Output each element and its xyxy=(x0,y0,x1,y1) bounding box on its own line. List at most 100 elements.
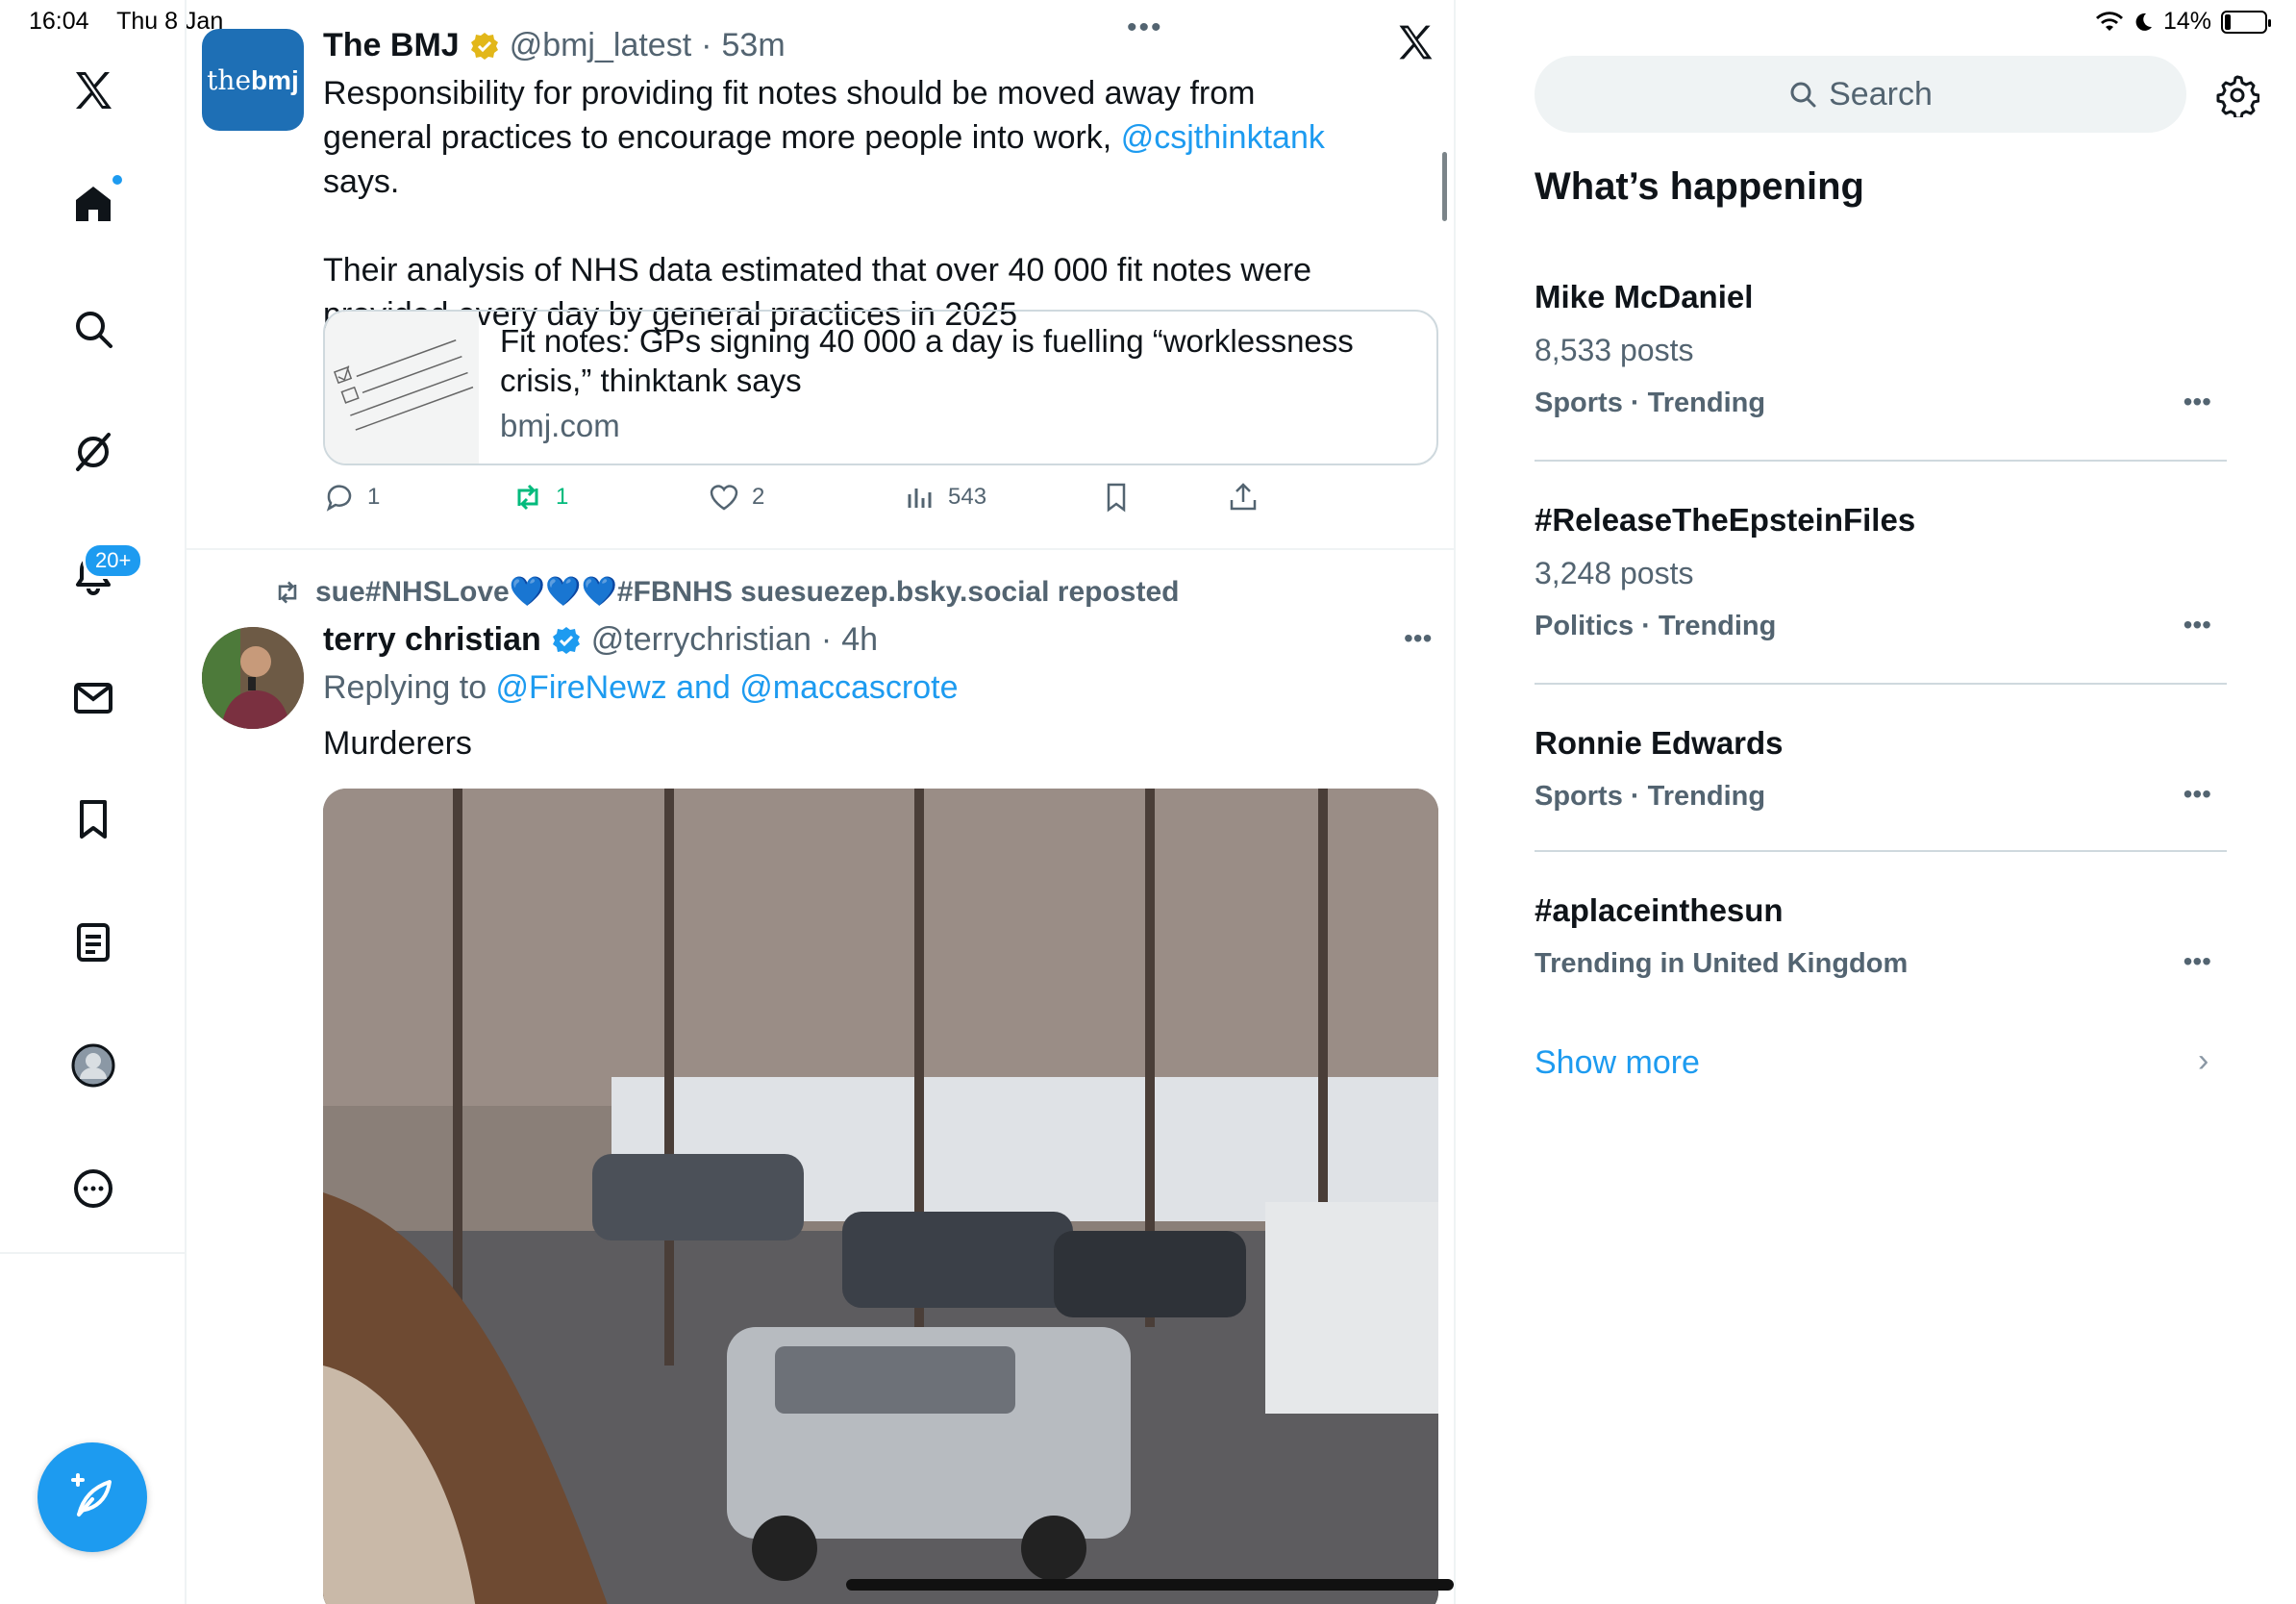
grok-icon[interactable] xyxy=(61,419,126,485)
search-input[interactable]: Search xyxy=(1535,56,2186,133)
terry-christian-avatar[interactable] xyxy=(202,627,304,729)
tweet2-header: terry christian @terrychristian · 4h xyxy=(323,621,878,659)
profile-avatar-icon[interactable] xyxy=(61,1033,126,1098)
bookmarks-icon[interactable] xyxy=(61,787,126,852)
home-icon[interactable] xyxy=(61,171,126,237)
search-placeholder: Search xyxy=(1829,75,1933,113)
messages-envelope-icon[interactable] xyxy=(61,665,126,731)
bmj-logo-bmj: bmj xyxy=(251,64,299,95)
bookmark-icon xyxy=(1107,483,1126,513)
window-grabber-dots[interactable]: ••• xyxy=(1127,12,1163,44)
repost-button[interactable]: 1 xyxy=(512,481,568,514)
chevron-right-icon[interactable]: › xyxy=(2198,1042,2209,1080)
tweet2-video-media[interactable] xyxy=(323,789,1438,1604)
link-preview-card[interactable]: Fit notes: GPs signing 40 000 a day is f… xyxy=(323,310,1438,465)
blue-verified-badge-icon xyxy=(552,626,580,654)
gold-verified-badge-icon xyxy=(470,32,498,60)
scrollbar[interactable] xyxy=(1442,152,1447,221)
trend-more-icon[interactable]: ••• xyxy=(2184,387,2211,417)
tweet1-time[interactable]: 53m xyxy=(722,27,786,64)
tweet2-dot: · xyxy=(820,621,833,658)
search-icon[interactable] xyxy=(61,296,126,362)
views-chart-icon xyxy=(908,489,932,508)
tweet1-actions: 1 1 2 543 xyxy=(323,481,1438,529)
trend-posts: 8,533 posts xyxy=(1535,333,1694,367)
trend-divider xyxy=(1535,460,2227,462)
replying-to-mentions[interactable]: @FireNewz and @maccascrote xyxy=(496,669,959,706)
close-x-icon[interactable] xyxy=(1394,21,1436,63)
trend-item[interactable]: #aplaceinthesun Trending in United Kingd… xyxy=(1535,892,2227,980)
home-indicator-bar[interactable] xyxy=(846,1579,1454,1591)
tweet1-author-name[interactable]: The BMJ xyxy=(323,27,460,64)
trend-more-icon[interactable]: ••• xyxy=(2184,779,2211,810)
trend-more-icon[interactable]: ••• xyxy=(2184,946,2211,977)
x-logo-icon[interactable] xyxy=(61,58,126,123)
tweet1-text-part2: says. xyxy=(323,163,400,200)
share-button[interactable] xyxy=(1227,481,1260,514)
trend-name: #aplaceinthesun xyxy=(1535,892,1784,928)
trend-item[interactable]: Ronnie Edwards Sports · Trending ••• xyxy=(1535,725,2227,813)
more-options-icon[interactable] xyxy=(61,1156,126,1221)
search-icon xyxy=(1790,82,1816,108)
bmj-logo-text: thebmj xyxy=(207,64,299,96)
bookmark-button[interactable] xyxy=(1100,481,1133,514)
side-nav: 20+ xyxy=(0,0,187,1604)
repost-small-icon xyxy=(278,580,297,604)
settings-gear-icon[interactable] xyxy=(2215,73,2259,117)
tweet1-dot: · xyxy=(701,27,712,63)
trend-name: Ronnie Edwards xyxy=(1535,725,1784,761)
reposter-name-suffix: #FBNHS suesuezep.bsky.social reposted xyxy=(616,576,1180,608)
trend-more-icon[interactable]: ••• xyxy=(2184,610,2211,640)
tweet1-header: The BMJ @bmj_latest · 53m xyxy=(323,27,786,64)
tweet1-text-part1: Responsibility for providing fit notes s… xyxy=(323,75,1256,156)
like-count: 2 xyxy=(752,484,765,510)
wifi-icon xyxy=(2095,11,2123,31)
nav-divider xyxy=(0,1252,187,1254)
trend-item[interactable]: Mike McDaniel 8,533 posts Sports · Trend… xyxy=(1535,279,2227,419)
home-unread-dot xyxy=(111,173,124,187)
trend-category: Sports · Trending xyxy=(1535,388,1766,418)
whats-happening-title: What’s happening xyxy=(1535,165,1864,208)
show-more-link[interactable]: Show more xyxy=(1535,1044,1700,1082)
view-count: 543 xyxy=(948,484,987,510)
compose-post-button[interactable] xyxy=(37,1442,147,1552)
reply-icon xyxy=(326,485,352,512)
repost-icon xyxy=(517,484,538,511)
replying-to-line: Replying to @FireNewz and @maccascrote xyxy=(323,669,959,707)
status-bar-right: 14% xyxy=(2095,8,2271,36)
blue-heart-emojis: 💙💙💙 xyxy=(509,576,617,608)
views-button[interactable]: 543 xyxy=(904,481,986,514)
timeline[interactable]: ••• thebmj The BMJ @bmj_latest · 53m Res… xyxy=(187,0,1456,1604)
trend-category: Sports · Trending xyxy=(1535,781,1766,812)
trend-divider xyxy=(1535,683,2227,685)
trend-name: #ReleaseTheEpsteinFiles xyxy=(1535,502,1916,538)
notifications-badge: 20+ xyxy=(83,542,144,579)
trend-item[interactable]: #ReleaseTheEpsteinFiles 3,248 posts Poli… xyxy=(1535,502,2227,642)
trend-category: Trending in United Kingdom xyxy=(1535,948,1909,979)
reply-button[interactable]: 1 xyxy=(323,481,380,514)
bmj-avatar[interactable]: thebmj xyxy=(202,29,304,131)
replying-to-label: Replying to xyxy=(323,669,496,706)
moon-icon xyxy=(2135,13,2152,31)
reposted-by-line[interactable]: sue#NHSLove💙💙💙#FBNHS suesuezep.bsky.soci… xyxy=(273,575,1179,609)
tweet1-handle[interactable]: @bmj_latest xyxy=(510,27,691,64)
tweet2-author-name[interactable]: terry christian xyxy=(323,621,541,659)
battery-percent: 14% xyxy=(2162,8,2211,35)
tweet2-handle[interactable]: @terrychristian xyxy=(591,621,811,659)
trend-name: Mike McDaniel xyxy=(1535,279,1754,314)
like-button[interactable]: 2 xyxy=(708,481,764,514)
trend-category: Politics · Trending xyxy=(1535,611,1777,641)
tweet2-time[interactable]: 4h xyxy=(841,621,878,659)
trend-posts: 3,248 posts xyxy=(1535,556,1694,590)
tweet2-text: Murderers xyxy=(323,725,472,762)
share-icon xyxy=(1230,483,1257,511)
tweet2-more-icon[interactable]: ••• xyxy=(1404,623,1432,654)
compose-feather-icon xyxy=(71,1473,112,1516)
card-domain: bmj.com xyxy=(500,408,620,443)
lists-icon[interactable] xyxy=(61,910,126,975)
card-thumbnail-image xyxy=(325,312,479,464)
tweet1-mention-link[interactable]: @csjthinktank xyxy=(1121,119,1325,156)
reply-count: 1 xyxy=(367,484,381,510)
heart-icon xyxy=(710,485,738,511)
tweet-separator xyxy=(187,548,1454,550)
